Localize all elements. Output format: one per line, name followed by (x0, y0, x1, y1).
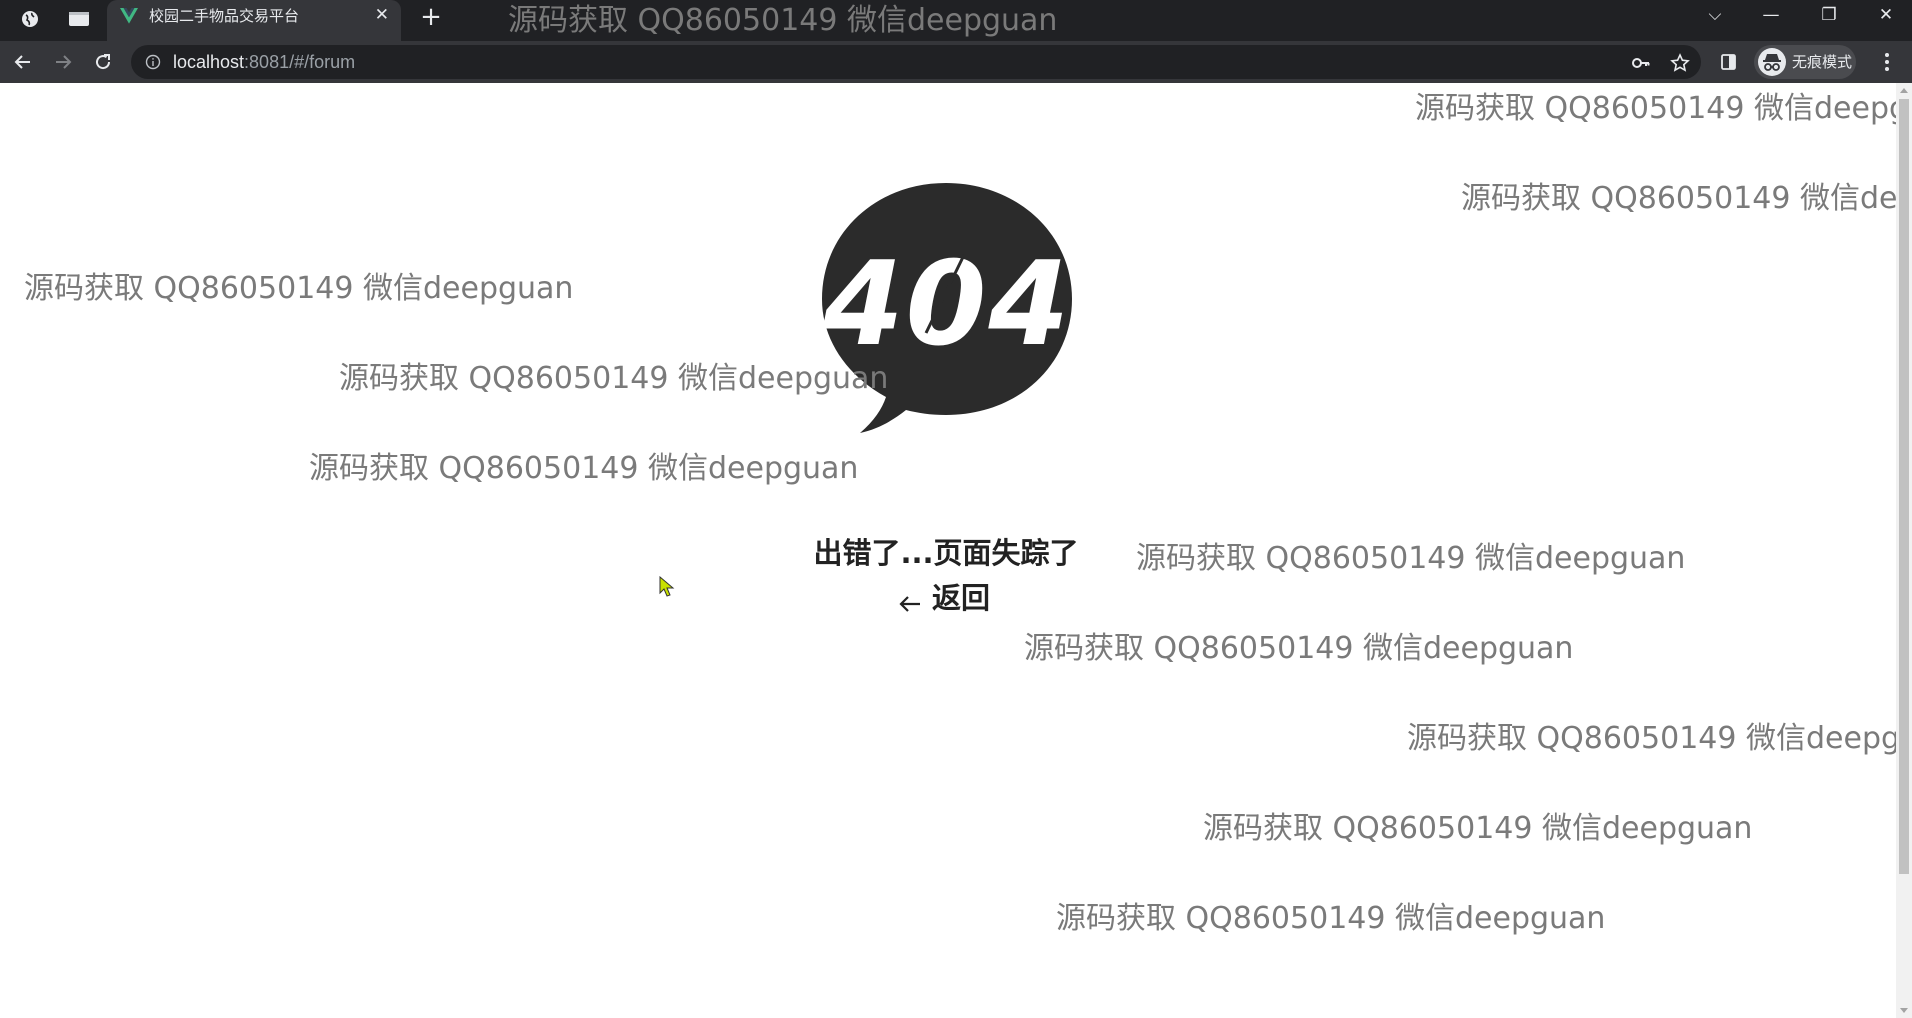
watermark-text: 源码获取 QQ86050149 微信deepguan (1415, 91, 1912, 126)
browser-menu-icon[interactable] (1878, 49, 1896, 75)
restore-icon[interactable]: ❐ (1811, 0, 1847, 29)
watermark-text: 源码获取 QQ86050149 微信deepguan (24, 271, 574, 306)
scroll-up-arrow-icon[interactable] (1900, 88, 1908, 93)
vertical-scrollbar[interactable] (1896, 83, 1912, 1018)
url-host: localhost (173, 52, 245, 72)
tab-search-icon[interactable] (62, 4, 96, 34)
tab-close-icon[interactable]: ✕ (375, 5, 389, 25)
star-icon[interactable] (1670, 53, 1690, 73)
reload-icon[interactable] (86, 45, 120, 79)
logo-404-text: 404 (822, 237, 1071, 372)
incognito-label: 无痕模式 (1792, 53, 1853, 71)
page-content: 404 出错了...页面失踪了 返回 源码获取 QQ86050149 微信dee… (0, 83, 1912, 1018)
left-arrow-icon (896, 586, 924, 612)
scroll-down-arrow-icon[interactable] (1900, 1008, 1908, 1013)
watermark-text: 源码获取 QQ86050149 微信deepguan (339, 361, 889, 396)
new-tab-button[interactable]: + (416, 2, 446, 32)
url-path: :8081/#/forum (244, 52, 356, 72)
incognito-profile-button[interactable]: 无痕模式 (1754, 45, 1856, 79)
mouse-cursor-icon (659, 575, 675, 598)
back-arrow-icon[interactable] (6, 45, 40, 79)
vue-favicon-icon (120, 8, 138, 26)
url-text: localhost:8081/#/forum (173, 51, 355, 73)
browser-window: 校园二手物品交易平台 ✕ + ⌵ — ❐ ✕ localhost:8081/#/… (0, 0, 1912, 1018)
watermark-text: 源码获取 QQ86050149 微信deepguan (508, 3, 1058, 38)
window-close-icon[interactable]: ✕ (1868, 0, 1904, 29)
back-button[interactable]: 返回 (896, 577, 990, 619)
back-label: 返回 (932, 581, 991, 615)
watermark-text: 源码获取 QQ86050149 微信deepguan (309, 451, 859, 486)
watermark-text: 源码获取 QQ86050149 微信deepguan (1056, 901, 1606, 936)
tab-dropdown-icon[interactable]: ⌵ (1697, 0, 1733, 29)
info-icon[interactable] (145, 54, 161, 70)
browser-toolbar: localhost:8081/#/forum 无痕模式 (0, 41, 1912, 83)
globe-icon[interactable] (13, 4, 47, 34)
minimize-icon[interactable]: — (1753, 0, 1789, 29)
forward-arrow-icon[interactable] (46, 45, 80, 79)
side-panel-icon[interactable] (1712, 45, 1746, 79)
watermark-text: 源码获取 QQ86050149 微信deepguan (1203, 811, 1753, 846)
key-icon[interactable] (1631, 53, 1651, 73)
watermark-text: 源码获取 QQ86050149 微信deepguan (1407, 721, 1912, 756)
address-bar[interactable]: localhost:8081/#/forum (131, 45, 1701, 79)
watermark-text: 源码获取 QQ86050149 微信deepguan (1024, 631, 1574, 666)
incognito-icon (1758, 48, 1786, 76)
tab-title: 校园二手物品交易平台 (149, 7, 300, 25)
scrollbar-thumb[interactable] (1899, 99, 1909, 874)
watermark-text: 源码获取 QQ86050149 微信deepguan (1461, 181, 1912, 216)
tab-active[interactable]: 校园二手物品交易平台 ✕ (107, 0, 401, 41)
watermark-text: 源码获取 QQ86050149 微信deepguan (1136, 541, 1686, 576)
